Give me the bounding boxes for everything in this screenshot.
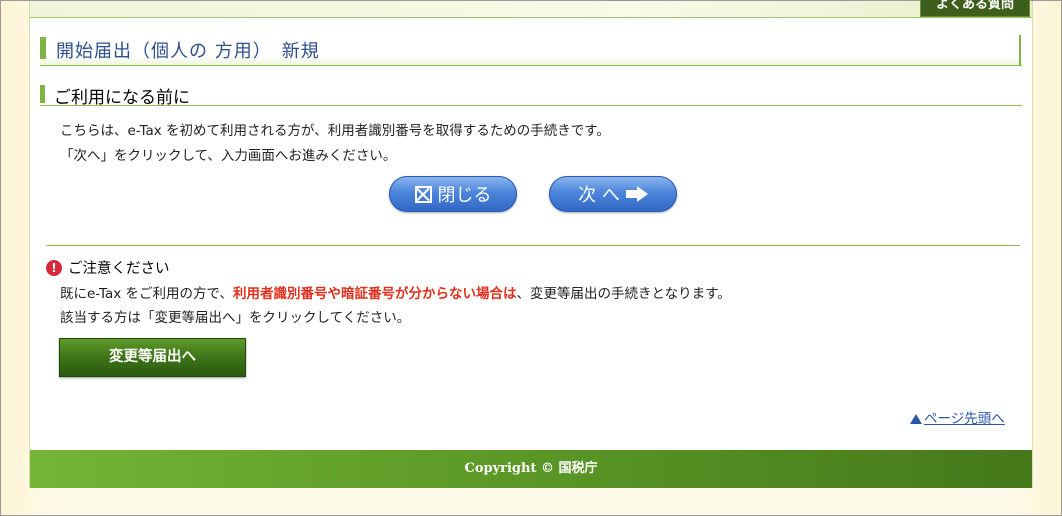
- notice-title: ご注意ください: [68, 261, 170, 277]
- title-right-edge: [1019, 35, 1021, 65]
- notice-text-pre: 既にe-Tax をご利用の方で、: [60, 286, 233, 302]
- faq-link[interactable]: よくある質問: [920, 0, 1030, 17]
- page-top-label: ページ先頭へ: [924, 411, 1005, 427]
- intro-text-line1: こちらは、e-Tax を初めて利用される方が、利用者識別番号を取得するための手続…: [60, 123, 610, 139]
- top-band: よくある質問: [30, 0, 1032, 18]
- notice-text-line1: 既にe-Tax をご利用の方で、利用者識別番号や暗証番号が分からない場合は、変更…: [60, 282, 731, 302]
- divider: [46, 245, 1020, 246]
- close-button[interactable]: 閉じる: [389, 176, 517, 212]
- page-title-bar: 開始届出（個人の 方用） 新規: [40, 35, 1022, 66]
- footer-copyright: Copyright © 国税庁: [30, 450, 1032, 488]
- title-accent-bar: [40, 37, 46, 59]
- notice-text-highlight: 利用者識別番号や暗証番号が分からない場合は: [232, 286, 517, 302]
- page-title: 開始届出（個人の 方用） 新規: [56, 41, 320, 62]
- close-button-label: 閉じる: [437, 185, 492, 206]
- close-icon: [414, 185, 432, 203]
- arrow-up-icon: [910, 414, 922, 424]
- warning-icon: !: [46, 260, 62, 276]
- intro-text-line2: 「次へ」をクリックして、入力画面へお進みください。: [60, 148, 397, 164]
- section-heading: ご利用になる前に: [40, 85, 1022, 108]
- section-title: ご利用になる前に: [54, 88, 190, 108]
- main-page: よくある質問 開始届出（個人の 方用） 新規 ご利用になる前に こちらは、e-T…: [29, 0, 1033, 488]
- section-accent-bar: [40, 85, 45, 103]
- next-button[interactable]: 次 へ: [549, 176, 677, 212]
- next-button-label: 次 へ: [578, 185, 620, 206]
- change-notification-button[interactable]: 変更等届出へ: [59, 338, 246, 377]
- page-top-link[interactable]: ページ先頭へ: [910, 407, 1005, 427]
- notice-text-line2: 該当する方は「変更等届出へ」をクリックしてください。: [60, 310, 411, 326]
- window-frame: よくある質問 開始届出（個人の 方用） 新規 ご利用になる前に こちらは、e-T…: [0, 0, 1062, 516]
- notice-text-post: 、変更等届出の手続きとなります。: [516, 286, 731, 302]
- arrow-right-icon: [625, 186, 648, 202]
